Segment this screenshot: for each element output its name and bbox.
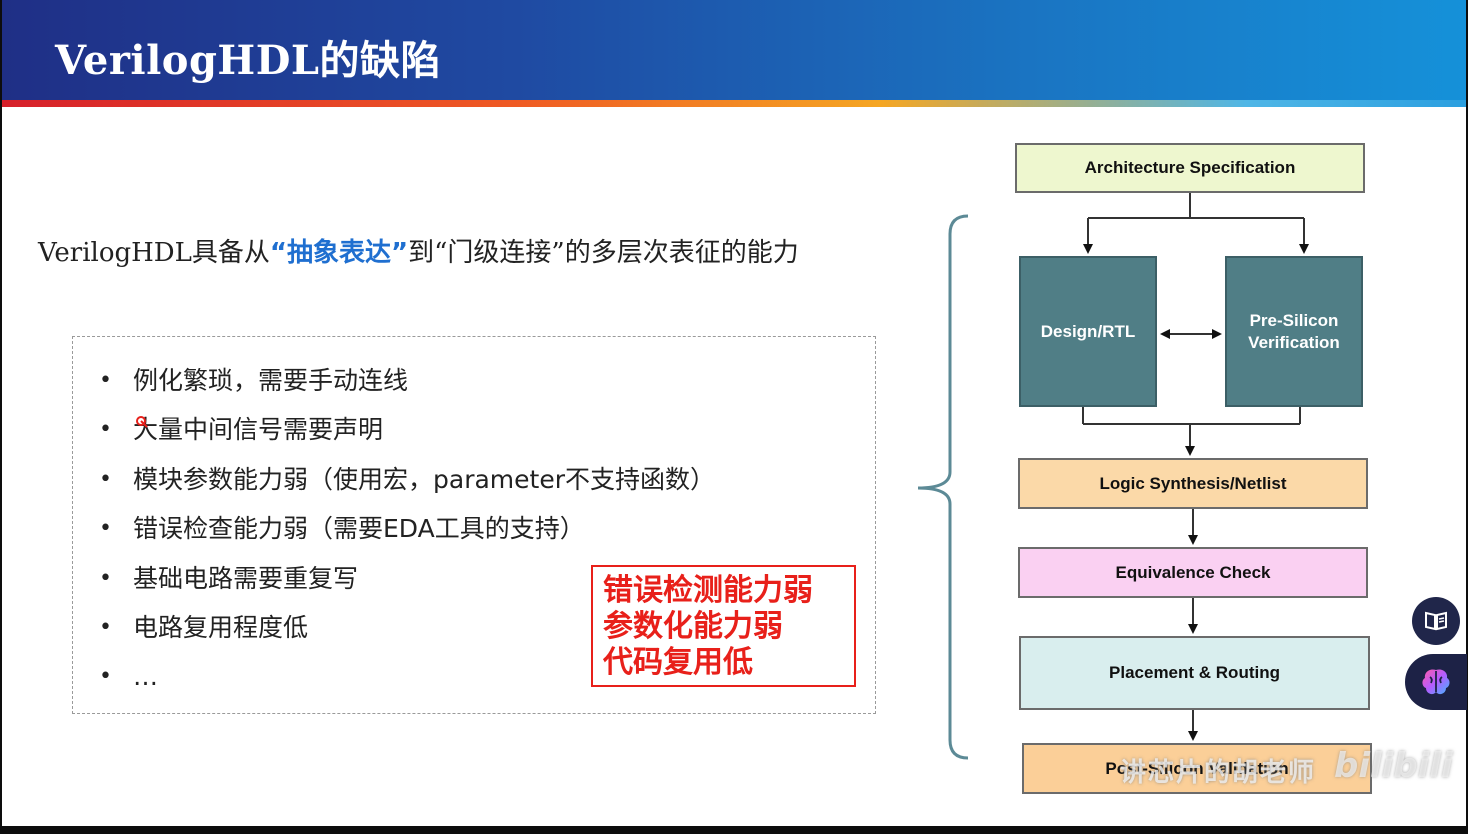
pre-silicon-verification-box: Pre-Silicon Verification	[1225, 256, 1363, 407]
reader-mode-button[interactable]	[1412, 597, 1460, 645]
design-rtl-box: Design/RTL	[1019, 256, 1157, 407]
ai-assistant-button[interactable]	[1405, 654, 1467, 710]
bilibili-logo: bilibili	[1334, 746, 1453, 786]
brain-icon	[1422, 669, 1450, 695]
architecture-spec-box: Architecture Specification	[1015, 143, 1365, 193]
placement-routing-box: Placement & Routing	[1019, 636, 1370, 710]
slide: VerilogHDL的缺陷 VerilogHDL具备从“抽象表达”到“门级连接”…	[2, 0, 1466, 826]
equivalence-check-box: Equivalence Check	[1018, 547, 1368, 598]
watermark-text: 讲芯片的胡老师	[1120, 758, 1317, 788]
logic-synthesis-box: Logic Synthesis/Netlist	[1018, 458, 1368, 509]
book-icon	[1425, 611, 1447, 631]
